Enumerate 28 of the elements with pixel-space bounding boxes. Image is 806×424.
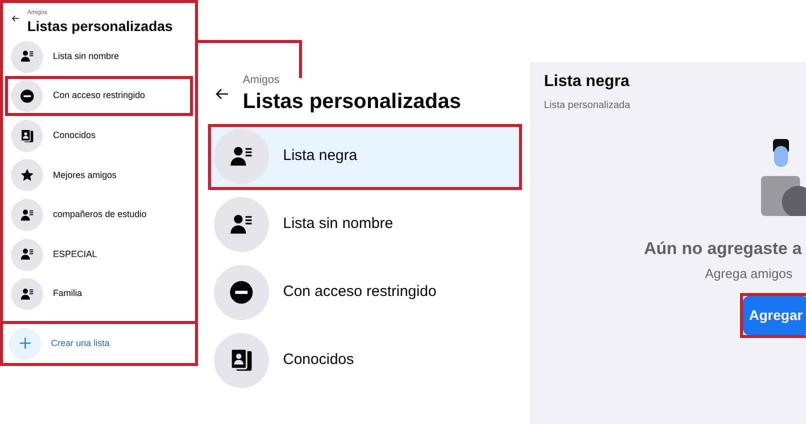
list-item[interactable]: Con acceso restringido xyxy=(5,76,193,116)
list-item[interactable]: compañeros de estudio xyxy=(5,195,193,235)
contact-card-icon xyxy=(11,120,43,152)
person-list-icon xyxy=(214,129,269,184)
list-item[interactable]: Familia xyxy=(5,274,193,314)
detail-subtitle: Lista personalizada xyxy=(543,99,632,113)
detail-title: Lista negra xyxy=(543,72,630,92)
list-item[interactable]: Con acceso restringido xyxy=(208,260,522,326)
add-button[interactable]: Agregar xyxy=(743,296,806,335)
breadcrumb-text: Amigos xyxy=(242,73,280,88)
empty-state-title: Aún no agregaste a xyxy=(643,238,803,260)
list-item[interactable]: ESPECIAL xyxy=(5,234,193,274)
list-item[interactable]: Lista sin nombre xyxy=(208,192,522,258)
plus-icon xyxy=(9,328,41,360)
person-list-icon xyxy=(11,198,43,231)
list-item[interactable]: Mejores amigos xyxy=(5,156,193,196)
person-list-icon xyxy=(11,278,43,310)
empty-state-text: Agrega amigos xyxy=(704,264,794,283)
page-title: Listas personalizadas xyxy=(27,18,173,35)
person-list-icon xyxy=(11,238,43,271)
list-item[interactable]: Conocidos xyxy=(5,116,193,156)
list-item[interactable]: Conocidos xyxy=(208,328,522,394)
person-list-icon xyxy=(11,40,43,73)
create-list-row[interactable]: Crear una lista xyxy=(3,321,195,363)
list-item[interactable]: Lista negra xyxy=(208,124,522,190)
list-item[interactable]: Lista sin nombre xyxy=(5,36,193,76)
page-title: Listas personalizadas xyxy=(242,88,462,114)
no-entry-icon xyxy=(11,80,43,112)
